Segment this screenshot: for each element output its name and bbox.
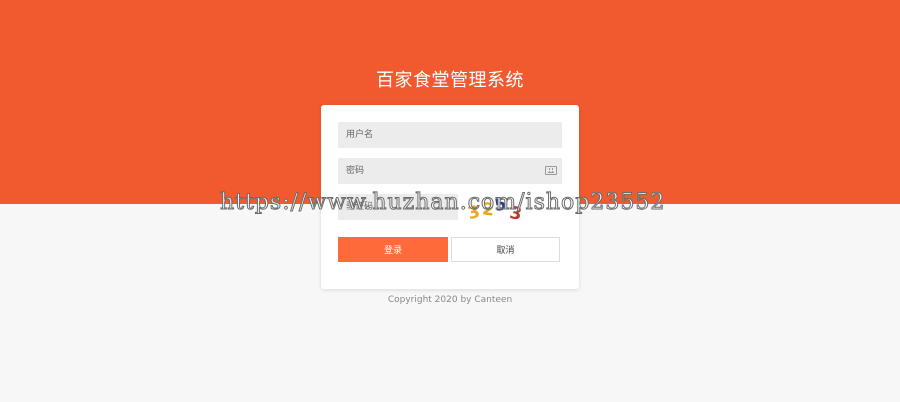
captcha-char: 5	[492, 194, 508, 216]
captcha-image[interactable]: 3 2 5 3	[465, 193, 554, 225]
login-button[interactable]: 登录	[338, 237, 448, 262]
page-title: 百家食堂管理系统	[376, 70, 524, 91]
captcha-char: 3	[507, 202, 524, 225]
captcha-char: 3	[465, 201, 483, 225]
login-card: 3 2 5 3 登录 取消	[321, 105, 579, 289]
cancel-button[interactable]: 取消	[451, 237, 560, 262]
username-input[interactable]	[338, 122, 562, 148]
password-input[interactable]	[338, 158, 562, 184]
keyboard-icon[interactable]	[545, 166, 557, 175]
captcha-input[interactable]	[338, 194, 458, 220]
copyright-text: Copyright 2020 by Canteen	[387, 295, 513, 305]
